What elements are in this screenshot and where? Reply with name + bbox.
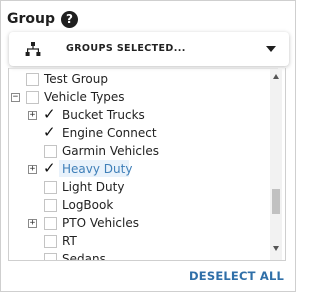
checkmark-icon[interactable]: ✓ xyxy=(43,107,56,122)
collapse-minus-icon[interactable]: − xyxy=(11,93,20,102)
tree-checkbox[interactable] xyxy=(44,235,57,248)
tree-item-label[interactable]: Garmin Vehicles xyxy=(62,144,159,158)
expand-plus-icon[interactable]: + xyxy=(28,219,37,228)
dropdown-label: GROUPS SELECTED... xyxy=(66,43,186,54)
tree-item-label[interactable]: Test Group xyxy=(44,72,108,86)
tree-checkbox[interactable] xyxy=(26,73,39,86)
tree-item-label[interactable]: PTO Vehicles xyxy=(62,216,139,230)
scroll-thumb[interactable] xyxy=(272,189,280,214)
tree-item-label[interactable]: Light Duty xyxy=(62,180,124,194)
tree-item-label[interactable]: Engine Connect xyxy=(62,126,157,140)
scroll-down-arrow-icon[interactable] xyxy=(273,246,279,251)
tree-checkbox[interactable] xyxy=(44,181,57,194)
group-title: Group xyxy=(7,11,56,27)
tree-scrollbar[interactable] xyxy=(270,69,282,260)
tree-item-label[interactable]: Bucket Trucks xyxy=(62,108,145,122)
checkmark-icon[interactable]: ✓ xyxy=(43,161,56,176)
deselect-all-button[interactable]: DESELECT ALL xyxy=(189,269,284,283)
chevron-down-icon[interactable] xyxy=(266,46,276,52)
tree-item-label[interactable]: RT xyxy=(62,234,77,248)
tree-checkbox[interactable] xyxy=(26,91,39,104)
expand-plus-icon[interactable]: + xyxy=(28,111,37,120)
tree-item-label[interactable]: Heavy Duty xyxy=(62,162,132,176)
tree-checkbox[interactable] xyxy=(44,199,57,212)
tree-checkbox[interactable] xyxy=(44,217,57,230)
group-tree: Test Group − Vehicle Types + ✓ Bucket Trucks ✓… xyxy=(8,68,286,261)
group-filter-panel: Group ? GROUPS SELECTED... Test Group − Ve… xyxy=(0,0,296,292)
question-circle-icon[interactable]: ? xyxy=(61,10,79,28)
tree-item-label[interactable]: LogBook xyxy=(62,198,113,212)
tree-item-label[interactable]: Sedans xyxy=(62,252,106,260)
hierarchy-icon xyxy=(25,42,41,56)
expand-plus-icon[interactable]: + xyxy=(28,165,37,174)
groups-dropdown[interactable]: GROUPS SELECTED... xyxy=(9,32,289,66)
tree-checkbox[interactable] xyxy=(44,253,57,260)
tree-item-label[interactable]: Vehicle Types xyxy=(44,90,125,104)
tree-checkbox[interactable] xyxy=(44,145,57,158)
checkmark-icon[interactable]: ✓ xyxy=(43,125,56,140)
group-header: Group ? xyxy=(7,9,79,29)
scroll-up-arrow-icon[interactable] xyxy=(273,74,279,79)
